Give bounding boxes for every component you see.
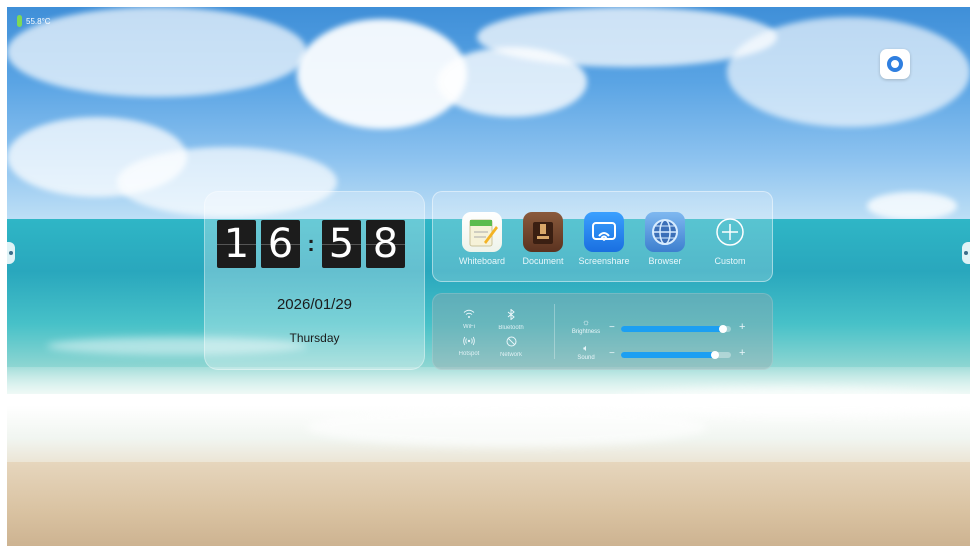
browser-icon [645,212,685,252]
desktop-background: 55.8°C 1 6 : 5 8 2026/01/29 Thursday Whi… [7,7,970,546]
wifi-toggle[interactable]: WiFi [449,309,489,330]
app-label: Custom [714,256,746,266]
dot-icon [964,251,968,255]
sound-slider[interactable]: 🔈︎ Sound − + [569,343,764,363]
brightness-increase-button[interactable]: + [739,321,745,333]
app-screenshare[interactable]: Screenshare [574,212,634,266]
brightness-track[interactable] [621,325,731,333]
clock-widget: 1 6 : 5 8 2026/01/29 Thursday [204,191,425,370]
brightness-decrease-button[interactable]: − [609,322,615,333]
network-toggle[interactable]: Network [491,336,531,358]
camera-icon [887,56,903,72]
cloud [7,7,307,97]
network-icon [491,336,531,350]
brightness-fill [621,326,724,332]
bluetooth-label: Bluetooth [498,325,524,331]
speaker-icon: 🔈︎ [583,343,589,353]
app-whiteboard[interactable]: Whiteboard [452,212,512,266]
app-label: Screenshare [578,256,630,266]
app-browser[interactable]: Browser [635,212,695,266]
brightness-slider[interactable]: ☼ Brightness − + [569,317,764,337]
wave [607,387,970,417]
app-document[interactable]: Document [513,212,573,266]
app-custom[interactable]: Custom [700,212,760,266]
left-sidebar-handle[interactable] [7,242,15,264]
panel-divider [554,304,555,359]
cloud [867,192,957,220]
wifi-label: WiFi [463,324,475,330]
sound-decrease-button[interactable]: − [609,348,615,359]
sound-fill [621,352,715,358]
wave [307,407,707,447]
flip-clock: 1 6 : 5 8 [217,220,405,268]
sun-icon: ☼ [581,317,591,327]
brightness-label: Brightness [571,329,601,335]
app-label: Document [522,256,564,266]
date-text: 2026/01/29 [276,296,353,313]
weekday-text: Thursday [289,331,340,345]
camera-button[interactable] [880,49,910,79]
bluetooth-icon [491,308,531,323]
app-label: Browser [648,256,682,266]
screenshare-icon [584,212,624,252]
wifi-icon [449,309,489,322]
clock-colon: : [307,231,315,256]
cloud [727,17,970,127]
sound-increase-button[interactable]: + [739,347,745,359]
right-sidebar-handle[interactable] [962,242,970,264]
hotspot-toggle[interactable]: Hotspot [449,336,489,357]
minute-ones-digit: 8 [366,220,405,268]
hotspot-label: Hotspot [458,351,480,357]
temperature-indicator: 55.8°C [17,15,51,27]
network-label: Network [499,352,522,358]
app-label: Whiteboard [458,256,506,266]
sand-wallpaper [7,462,970,546]
hotspot-icon [449,336,489,349]
hour-tens-digit: 1 [217,220,256,268]
document-icon [523,212,563,252]
quick-settings-panel: WiFi Bluetooth Hotspot Network ☼ Brightn… [432,293,773,370]
bluetooth-toggle[interactable]: Bluetooth [491,308,531,331]
add-icon [710,212,750,252]
app-shortcuts-panel: Whiteboard Document Screenshare Browser … [432,191,773,282]
brightness-knob[interactable] [719,325,728,333]
whiteboard-icon [462,212,502,252]
sound-knob[interactable] [710,351,719,359]
sound-track[interactable] [621,351,731,359]
thermometer-icon [17,15,22,27]
hour-ones-digit: 6 [261,220,300,268]
sound-label: Sound [577,355,595,361]
dot-icon [9,251,13,255]
minute-tens-digit: 5 [322,220,361,268]
temperature-text: 55.8°C [26,16,51,26]
